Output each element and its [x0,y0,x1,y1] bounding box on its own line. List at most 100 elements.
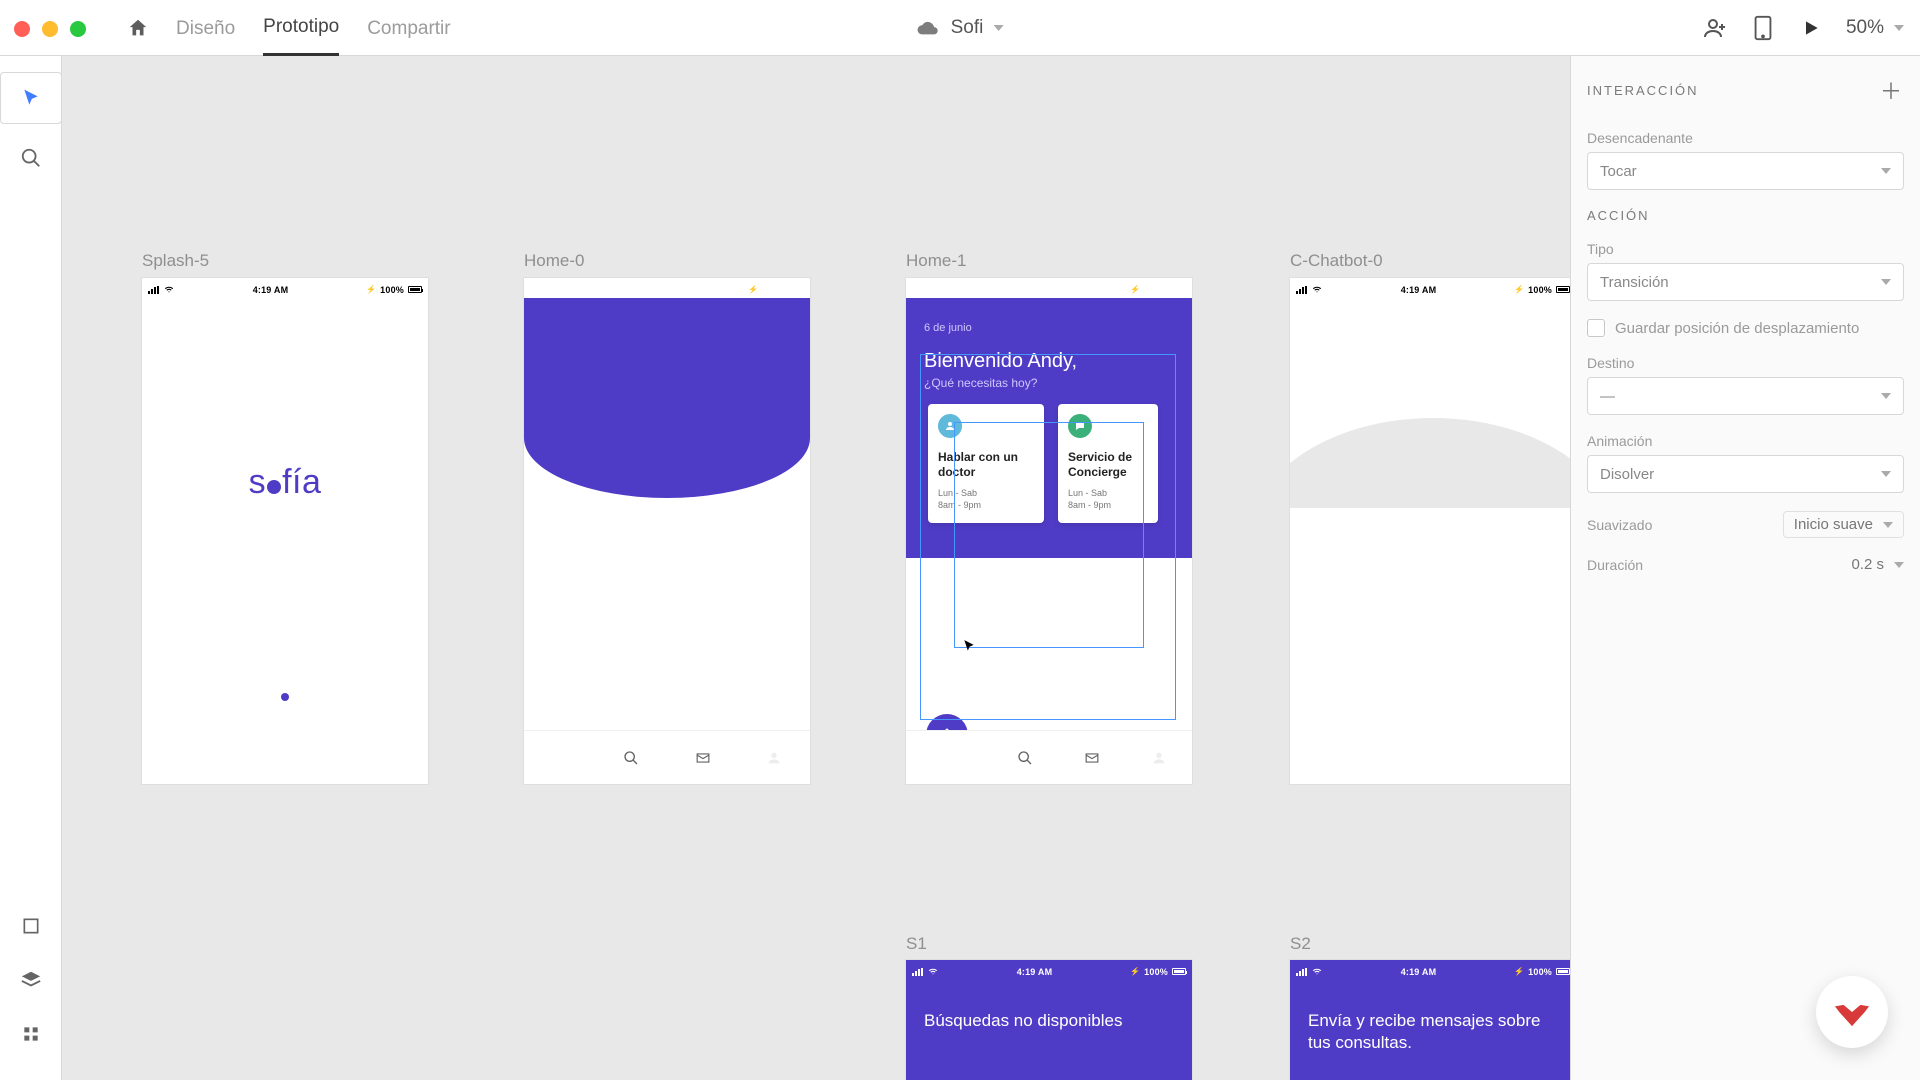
type-label: Tipo [1587,241,1904,257]
wifi-icon [927,285,939,294]
profile-icon [766,750,782,766]
interaction-title: INTERACCIÓN [1587,83,1699,98]
artboard-home-0[interactable]: 4:19 AM ⚡100% [524,278,810,784]
home-icon [127,17,149,39]
interaction-section-head: INTERACCIÓN ＋ [1587,74,1904,106]
destination-label: Destino [1587,355,1904,371]
select-tool[interactable] [0,72,62,124]
tabbar-search[interactable] [619,746,643,770]
brand-badge[interactable] [1816,976,1888,1048]
artboard-s2[interactable]: 4:19 AM ⚡100% Envía y recibe mensajes so… [1290,960,1570,1080]
chevron-down-icon [1894,562,1904,568]
trigger-value: Tocar [1600,163,1637,180]
wifi-icon [163,285,175,294]
animation-select[interactable]: Disolver [1587,455,1904,493]
status-battery-pct: 100% [1528,285,1552,295]
artboard-tool[interactable] [0,900,62,952]
home-button[interactable] [124,14,152,42]
card-line2: 8am - 9pm [1068,500,1111,510]
status-time: 4:19 AM [1017,967,1053,977]
artboard-splash[interactable]: 4:19 AM ⚡100% sfía [142,278,428,784]
signal-icon [912,286,923,294]
easing-value: Inicio suave [1794,516,1873,533]
document-title[interactable]: Sofi [917,0,1004,56]
checkbox-box [1587,319,1605,337]
signal-icon [1296,968,1307,976]
onboarding-message: Búsquedas no disponibles [924,1010,1174,1032]
battery-icon [1172,286,1186,293]
destination-select[interactable]: — [1587,377,1904,415]
status-bar: 4:19 AM ⚡100% [142,278,428,298]
signal-icon [530,286,541,294]
artboard-label[interactable]: Home-1 [906,251,966,271]
status-bar: 4:19 AM ⚡100% [906,960,1192,980]
tabbar-mail[interactable] [1080,746,1104,770]
feature-cards: Hablar con un doctor Lun - Sab8am - 9pm … [928,404,1158,523]
artboard-label[interactable]: S1 [906,934,927,954]
tab-design[interactable]: Diseño [176,2,235,55]
card-title: Servicio de Concierge [1068,450,1148,480]
tab-prototype[interactable]: Prototipo [263,0,339,56]
bottom-tab-bar [906,730,1192,784]
layers-panel-toggle[interactable] [0,954,62,1006]
wifi-icon [1311,967,1323,976]
artboard-s1[interactable]: 4:19 AM ⚡100% Búsquedas no disponibles [906,960,1192,1080]
artboard-label[interactable]: Splash-5 [142,251,209,271]
status-time: 4:19 AM [1401,967,1437,977]
artboard-label[interactable]: C-Chatbot-0 [1290,251,1383,271]
tabbar-mail[interactable] [691,746,715,770]
signal-icon [1296,286,1307,294]
chevron-down-icon [1881,168,1891,174]
zoom-control[interactable]: 50% [1846,17,1904,39]
status-time: 4:19 AM [635,285,671,295]
app-logo: sfía [142,463,428,502]
tabbar-home[interactable] [548,746,572,770]
card-line1: Lun - Sab [1068,488,1107,498]
card-title: Hablar con un doctor [938,450,1034,480]
artboard-label[interactable]: S2 [1290,934,1311,954]
tabbar-profile[interactable] [762,746,786,770]
close-window-button[interactable] [14,21,30,37]
chevron-down-icon [993,25,1003,31]
mode-tabs: Diseño Prototipo Compartir [176,0,451,56]
trigger-select[interactable]: Tocar [1587,152,1904,190]
easing-label: Suavizado [1587,517,1652,533]
signal-icon [912,968,923,976]
duration-select[interactable]: 0.2 s [1851,556,1904,573]
add-interaction-button[interactable]: ＋ [1880,74,1904,106]
battery-icon [1556,286,1570,293]
search-icon [20,147,42,169]
tabbar-search[interactable] [1013,746,1037,770]
artboard-chatbot[interactable]: 4:19 AM ⚡100% [1290,278,1570,784]
invite-button[interactable] [1702,15,1728,41]
bottom-tab-bar [524,730,810,784]
battery-icon [1172,968,1186,975]
chevron-down-icon [1881,471,1891,477]
artboard-home-1[interactable]: 4:19 AM ⚡100% 6 de junio Bienvenido Andy… [906,278,1192,784]
chevron-down-icon [1881,279,1891,285]
animation-label: Animación [1587,433,1904,449]
assets-panel-toggle[interactable] [0,1008,62,1060]
desktop-preview-button[interactable] [1798,15,1824,41]
card-concierge[interactable]: Servicio de Concierge Lun - Sab 8am - 9pm [1058,404,1158,523]
canvas[interactable]: Splash-5 4:19 AM ⚡100% sfía Home-0 4:19 … [62,56,1570,1080]
zoom-tool[interactable] [0,132,62,184]
easing-select[interactable]: Inicio suave [1783,511,1904,538]
artboard-label[interactable]: Home-0 [524,251,584,271]
action-type-select[interactable]: Transición [1587,263,1904,301]
battery-icon [1556,968,1570,975]
minimize-window-button[interactable] [42,21,58,37]
window-controls [14,21,86,37]
maximize-window-button[interactable] [70,21,86,37]
save-scroll-checkbox[interactable]: Guardar posición de desplazamiento [1587,319,1904,337]
tabbar-profile[interactable] [1147,746,1171,770]
chat-icon [1068,414,1092,438]
animation-value: Disolver [1600,466,1654,483]
device-preview-button[interactable] [1750,15,1776,41]
tab-share[interactable]: Compartir [367,2,450,55]
card-doctor[interactable]: Hablar con un doctor Lun - Sab8am - 9pm [928,404,1044,523]
destination-value: — [1600,388,1615,405]
status-time: 4:19 AM [1017,285,1053,295]
duration-value: 0.2 s [1851,556,1884,573]
chevron-down-icon [1894,25,1904,31]
